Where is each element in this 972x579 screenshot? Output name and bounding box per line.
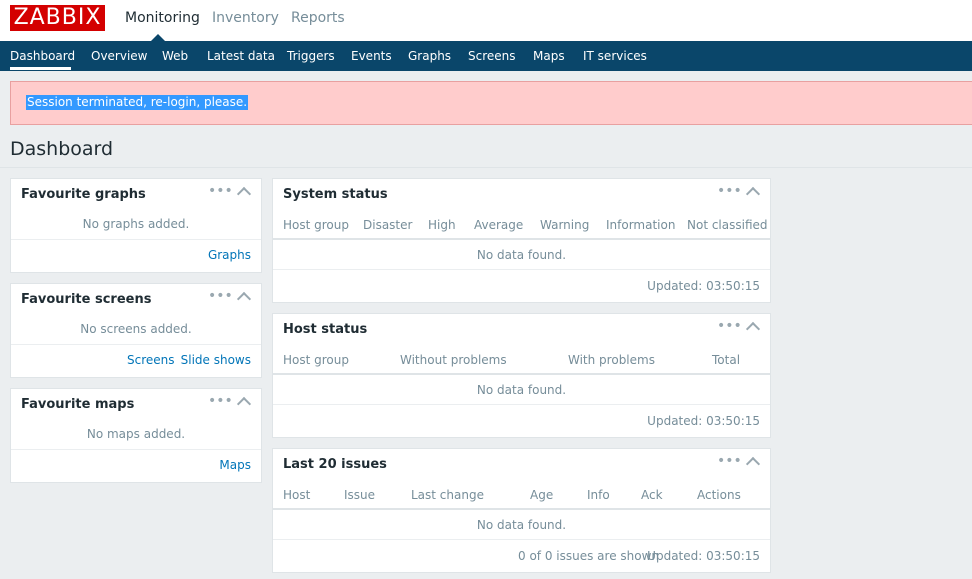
- empty-message: No data found.: [476, 383, 567, 397]
- widget-favourite-graphs: Favourite graphs ••• No graphs added. Gr…: [10, 178, 262, 273]
- top-header: ZABBIX Monitoring Inventory Reports: [0, 0, 972, 41]
- widget-system-status: System status ••• Host group Disaster Hi…: [272, 178, 771, 303]
- column-header: Information: [606, 218, 676, 232]
- widget-last-20-issues: Last 20 issues ••• Host Issue Last chang…: [272, 448, 771, 573]
- column-header: Issue: [344, 488, 376, 502]
- empty-message: No data found.: [476, 518, 567, 532]
- footer-divider: [273, 269, 770, 270]
- column-header: Actions: [697, 488, 741, 502]
- widget-title: Last 20 issues: [283, 457, 387, 472]
- column-header: Host group: [283, 218, 349, 232]
- session-error-text: Session terminated, re-login, please.: [26, 95, 249, 110]
- active-section-caret-icon: [151, 34, 165, 41]
- updated-timestamp: Updated: 03:50:15: [647, 414, 760, 428]
- chevron-up-icon[interactable]: [746, 456, 760, 466]
- column-header: Info: [587, 488, 610, 502]
- chevron-up-icon[interactable]: [237, 186, 251, 196]
- title-divider: [0, 167, 972, 168]
- more-dots-icon[interactable]: •••: [717, 183, 742, 199]
- widget-favourite-maps: Favourite maps ••• No maps added. Maps: [10, 388, 262, 483]
- widget-title: Favourite maps: [21, 397, 135, 412]
- footer-divider: [11, 239, 261, 240]
- column-header: Host: [283, 488, 311, 502]
- column-header: With problems: [568, 353, 655, 367]
- more-dots-icon[interactable]: •••: [208, 288, 233, 304]
- top-nav-monitoring[interactable]: Monitoring: [125, 10, 200, 26]
- column-header: Warning: [540, 218, 590, 232]
- header-divider: [273, 508, 770, 510]
- subnav-dashboard[interactable]: Dashboard: [10, 49, 75, 63]
- subnav-triggers[interactable]: Triggers: [287, 49, 335, 63]
- widget-title: Favourite graphs: [21, 187, 146, 202]
- more-dots-icon[interactable]: •••: [717, 453, 742, 469]
- header-divider: [273, 373, 770, 375]
- subnav-latest-data[interactable]: Latest data: [207, 49, 275, 63]
- subnav-events[interactable]: Events: [351, 49, 392, 63]
- active-subnav-underline: [10, 67, 71, 70]
- issues-shown-count: 0 of 0 issues are shown: [518, 549, 660, 563]
- more-dots-icon[interactable]: •••: [208, 393, 233, 409]
- subnav-it-services[interactable]: IT services: [583, 49, 647, 63]
- sub-navigation: Dashboard Overview Web Latest data Trigg…: [0, 41, 972, 71]
- graphs-link[interactable]: Graphs: [208, 248, 251, 262]
- column-header: Host group: [283, 353, 349, 367]
- column-header: High: [428, 218, 456, 232]
- chevron-up-icon[interactable]: [237, 396, 251, 406]
- slide-shows-link[interactable]: Slide shows: [181, 353, 251, 367]
- empty-message: No screens added.: [80, 322, 192, 336]
- empty-message: No data found.: [476, 248, 567, 262]
- chevron-up-icon[interactable]: [746, 186, 760, 196]
- widget-host-status: Host status ••• Host group Without probl…: [272, 313, 771, 438]
- column-header: Disaster: [363, 218, 413, 232]
- footer-divider: [11, 449, 261, 450]
- subnav-screens[interactable]: Screens: [468, 49, 516, 63]
- chevron-up-icon[interactable]: [746, 321, 760, 331]
- chevron-up-icon[interactable]: [237, 291, 251, 301]
- column-header: Average: [474, 218, 524, 232]
- empty-message: No graphs added.: [82, 217, 190, 231]
- column-header: Ack: [641, 488, 663, 502]
- footer-divider: [11, 344, 261, 345]
- empty-message: No maps added.: [86, 427, 186, 441]
- updated-timestamp: Updated: 03:50:15: [647, 279, 760, 293]
- subnav-maps[interactable]: Maps: [533, 49, 565, 63]
- column-header: Last change: [411, 488, 484, 502]
- more-dots-icon[interactable]: •••: [208, 183, 233, 199]
- subnav-web[interactable]: Web: [162, 49, 188, 63]
- page-title: Dashboard: [10, 138, 114, 160]
- session-error-message: Session terminated, re-login, please.: [10, 81, 972, 125]
- screens-link[interactable]: Screens: [127, 353, 175, 367]
- header-divider: [273, 238, 770, 240]
- logo-text: ZABBIX: [13, 5, 102, 30]
- subnav-graphs[interactable]: Graphs: [408, 49, 451, 63]
- column-header: Without problems: [400, 353, 507, 367]
- updated-timestamp: Updated: 03:50:15: [647, 549, 760, 563]
- top-nav-inventory[interactable]: Inventory: [212, 10, 279, 26]
- column-header: Age: [530, 488, 554, 502]
- subnav-overview[interactable]: Overview: [91, 49, 148, 63]
- footer-divider: [273, 539, 770, 540]
- top-nav-reports[interactable]: Reports: [291, 10, 345, 26]
- widget-favourite-screens: Favourite screens ••• No screens added. …: [10, 283, 262, 378]
- maps-link[interactable]: Maps: [219, 458, 251, 472]
- zabbix-logo[interactable]: ZABBIX: [10, 5, 105, 31]
- footer-divider: [273, 404, 770, 405]
- widget-title: Host status: [283, 322, 368, 337]
- column-header: Not classified: [687, 218, 768, 232]
- widget-title: Favourite screens: [21, 292, 152, 307]
- more-dots-icon[interactable]: •••: [717, 318, 742, 334]
- column-header: Total: [712, 353, 741, 367]
- widget-title: System status: [283, 187, 388, 202]
